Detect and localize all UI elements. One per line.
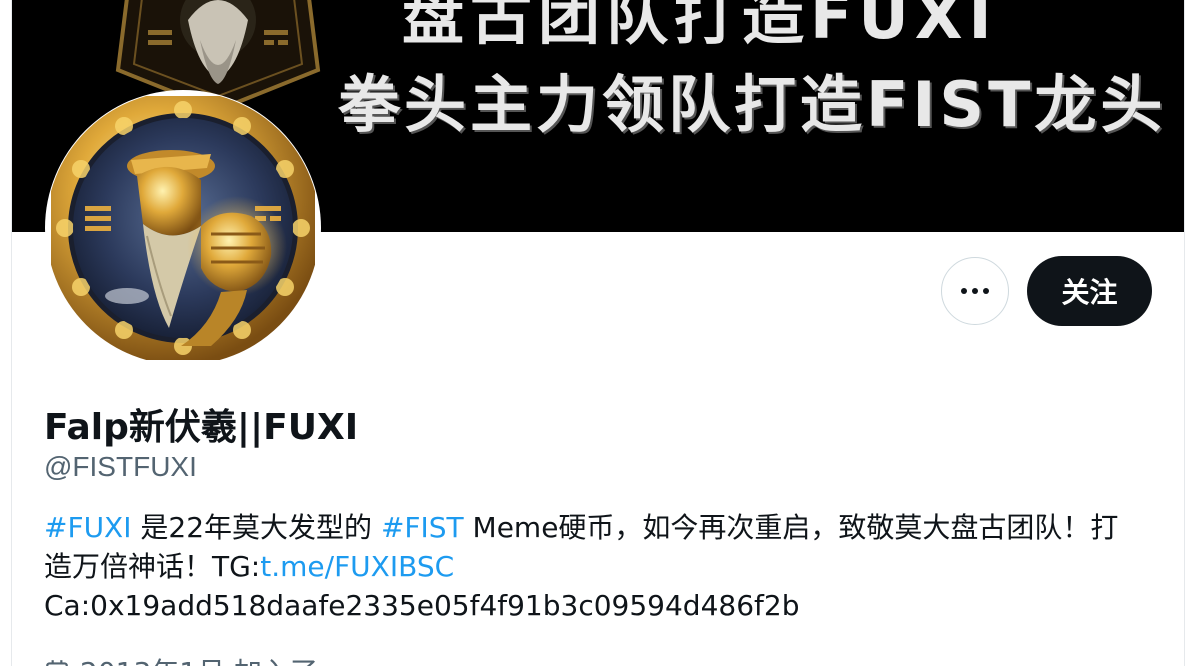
hashtag-fuxi-link[interactable]: #FUXI: [44, 511, 132, 544]
joined-date: 2013年1月 加入了: [44, 651, 318, 666]
banner-headline: 拳头主力领队打造FIST龙头: [338, 68, 1167, 141]
profile-display-name: Falp新伏羲||FUXI: [44, 407, 359, 448]
fuxi-emblem-image: [115, 0, 321, 110]
bio-text: 是22年莫大发型的: [131, 511, 381, 544]
calendar-icon: [46, 660, 68, 666]
bio-text: Meme硬币，如今再次重启，致敬莫大盘古团队！打: [463, 511, 1119, 544]
profile-bio: #FUXI 是22年莫大发型的 #FIST Meme硬币，如今再次重启，致敬莫大…: [44, 508, 1154, 625]
more-horizontal-icon: [961, 288, 989, 294]
avatar[interactable]: [45, 90, 321, 366]
bio-line-2: 造万倍神话！TG:t.me/FUXIBSC: [44, 547, 1154, 586]
bio-line-1: #FUXI 是22年莫大发型的 #FIST Meme硬币，如今再次重启，致敬莫大…: [44, 508, 1154, 547]
profile-card: 盘古团队打造FUXI 拳头主力领队打造FIST龙头 关注 Falp新伏羲||FU…: [11, 0, 1185, 666]
joined-date-text: 2013年1月 加入了: [80, 651, 318, 666]
fuxi-fist-avatar-image: [51, 96, 315, 360]
banner-headline-top: 盘古团队打造FUXI: [402, 0, 998, 53]
bio-text: 造万倍神话！TG:: [44, 550, 261, 583]
hashtag-fist-link[interactable]: #FIST: [381, 511, 464, 544]
follow-button[interactable]: 关注: [1027, 256, 1152, 326]
bio-contract-address: Ca:0x19add518daafe2335e05f4f91b3c09594d4…: [44, 589, 800, 622]
more-options-button[interactable]: [941, 257, 1009, 325]
profile-handle: @FISTFUXI: [44, 451, 197, 482]
telegram-link[interactable]: t.me/FUXIBSC: [260, 550, 454, 583]
